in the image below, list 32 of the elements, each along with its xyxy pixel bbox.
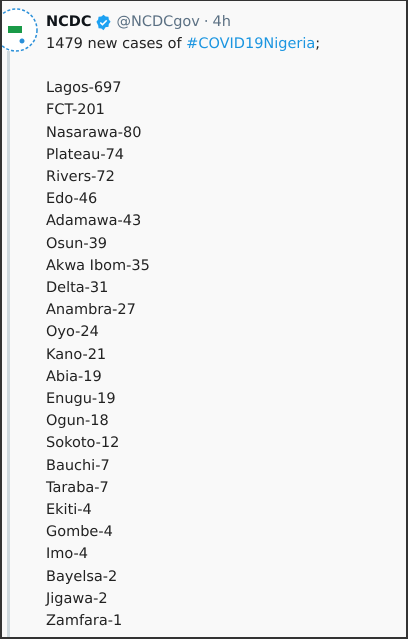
tweet-line: Bayelsa-2 <box>46 568 118 587</box>
tweet-line: Anambra-27 <box>46 301 137 320</box>
separator: · <box>204 14 208 30</box>
timestamp[interactable]: 4h <box>212 14 231 30</box>
hashtag-link[interactable]: #COVID19Nigeria <box>186 36 316 52</box>
tweet-line: Ekiti-4 <box>46 501 93 520</box>
tweet-line: Plateau-74 <box>46 146 126 165</box>
tweet-line: Sokoto-12 <box>46 434 120 454</box>
tweet-line: Akwa Ibom-35 <box>46 256 151 276</box>
tweet-line: Taraba-7 <box>46 478 110 498</box>
tweet-line: Lagos-697 <box>46 79 123 98</box>
tweet-line: Gombe-4 <box>46 523 114 542</box>
tweet-line: Zamfara-1 <box>46 612 124 632</box>
tweet-line: Adamawa-43 <box>46 212 142 232</box>
tweet-line: Edo-46 <box>46 190 98 210</box>
account-handle[interactable]: @NCDCgov <box>116 14 200 30</box>
tweet-line: FCT-201 <box>46 101 106 120</box>
avatar-icon[interactable] <box>2 7 38 53</box>
tweet-line: Rivers-72 <box>46 168 116 188</box>
tweet-line: Oyo-24 <box>46 323 100 342</box>
tweet-text: 1479 new cases of #COVID19Nigeria; <box>46 35 320 54</box>
tweet-line: Abia-19 <box>46 368 103 387</box>
tweet-line: Enugu-19 <box>46 390 117 410</box>
tweet-line: Jigawa-2 <box>46 590 109 609</box>
tweet-line: Imo-4 <box>46 545 89 564</box>
tweet-line: Delta-31 <box>46 279 110 298</box>
tweet-line: Osun-39 <box>46 234 108 254</box>
tweet-line: Bauchi-7 <box>46 456 111 476</box>
tweet-line: Ogun-18 <box>46 412 110 432</box>
tweet-line: Nasarawa-80 <box>46 124 142 143</box>
account-name[interactable]: NCDC <box>46 14 92 30</box>
tweet-line: Kano-21 <box>46 346 108 365</box>
